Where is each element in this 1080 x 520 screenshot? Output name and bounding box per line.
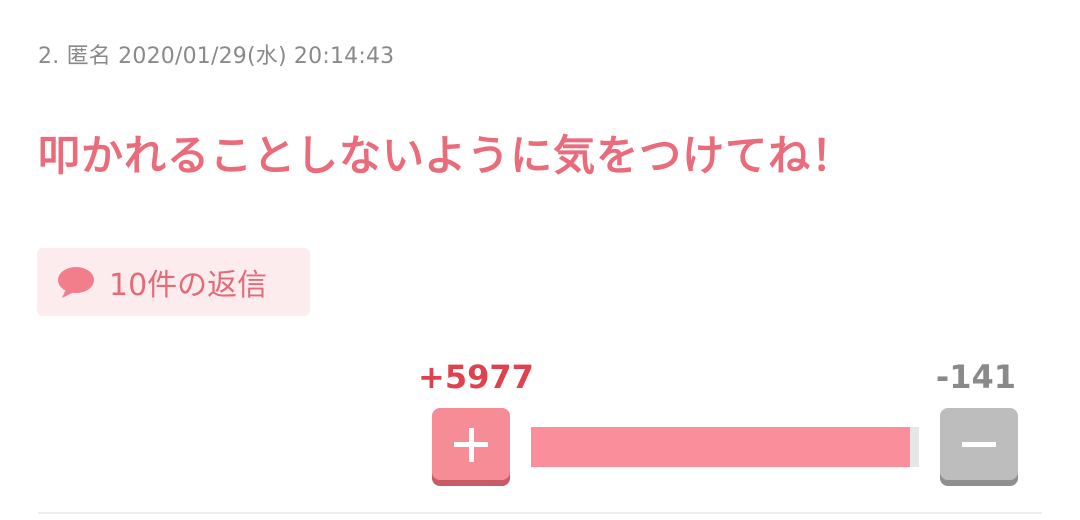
replies-button[interactable]: 10件の返信 [37, 248, 310, 316]
divider [38, 512, 1042, 514]
comment-body: 叩かれることしないように気をつけてね！ [38, 131, 855, 180]
vote-ratio-bar [531, 427, 919, 467]
minus-vote-count: -141 [935, 358, 1016, 396]
minus-icon [962, 442, 996, 447]
speech-bubble-icon [58, 267, 94, 298]
plus-vote-count: +5977 [418, 358, 534, 396]
minus-vote-button[interactable] [940, 408, 1018, 486]
vote-ratio-fill [531, 427, 910, 467]
replies-label: 10件の返信 [109, 268, 268, 303]
plus-icon-vertical [468, 427, 474, 462]
comment-card: 2. 匿名 2020/01/29(水) 20:14:43 叩かれることしないよう… [0, 0, 1080, 520]
plus-vote-button[interactable] [432, 408, 510, 486]
comment-meta: 2. 匿名 2020/01/29(水) 20:14:43 [38, 44, 395, 69]
